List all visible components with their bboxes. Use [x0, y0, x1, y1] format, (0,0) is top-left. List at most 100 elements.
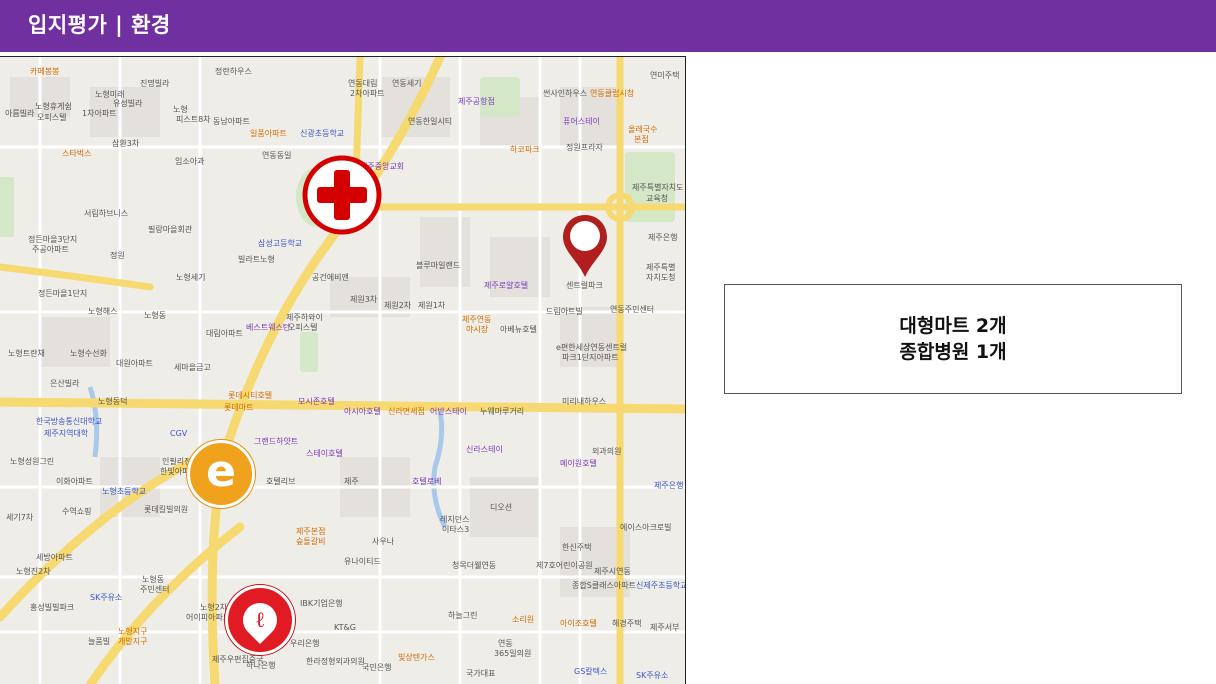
map-label: 1차아파트	[82, 109, 117, 118]
map-label: 정든마을1단지	[38, 289, 88, 298]
map-label: 야시장	[466, 325, 489, 334]
map-label: CGV	[170, 429, 188, 438]
map-label: 정란하우스	[215, 67, 252, 76]
map-label: e편한세상연동센트럴	[556, 343, 628, 352]
map-label: 연미주택	[650, 71, 680, 80]
map-label: IBK기업은행	[300, 599, 343, 608]
map-label: 노형성원그린	[10, 457, 55, 466]
map-label: 블루마일랜드	[416, 261, 461, 270]
map-label: SK주유소	[90, 593, 123, 602]
map-label: 하늘그린	[448, 611, 478, 620]
map-label: 소리원	[512, 615, 535, 624]
map-label: 정원프라자	[566, 143, 603, 152]
map-label: 정든마을3단지	[28, 235, 78, 244]
map-label: 홍성빌빌파크	[30, 603, 75, 612]
map-label: 노형동덕	[98, 397, 128, 406]
map-label: 롯데마트	[224, 403, 254, 412]
emart-logo[interactable]: e	[187, 440, 255, 508]
map-label: 정원	[110, 251, 125, 260]
map-label: 외과의원	[592, 447, 622, 456]
map-label: 개발지구	[118, 637, 148, 646]
map-label: 한국방송통신대학교	[36, 417, 103, 426]
map-label: 우리은행	[290, 639, 320, 648]
map-label: 노형트란채	[8, 349, 45, 358]
map-label: 신라스테이	[466, 445, 503, 454]
page-title: 입지평가 | 환경	[28, 13, 171, 37]
map-label: 레지던스	[440, 515, 470, 524]
hospital-icon[interactable]	[301, 154, 383, 236]
map-label: 호텔리브	[266, 477, 296, 486]
map-label: 숲돌갈비	[296, 537, 326, 546]
map-label: 오피스텔	[37, 113, 67, 122]
map-label: 대원아파트	[116, 359, 153, 368]
map-label: 연동세기	[392, 79, 422, 88]
map-label: KT&G	[334, 623, 356, 632]
map-label: 신라면세점	[388, 407, 425, 416]
map-label: 하나은행	[246, 661, 276, 670]
map-label: 퓨어스테이	[563, 117, 600, 126]
map-label: 연동동일	[262, 151, 292, 160]
map-label: 삼환3차	[112, 139, 140, 148]
map-label: 세마을금고	[174, 363, 211, 372]
map-label: 디오션	[490, 503, 513, 512]
map-label: 노형동	[142, 575, 165, 584]
map-label: 제주은행	[654, 481, 684, 490]
map-label: 연동클럽시청	[590, 89, 635, 98]
location-pin-icon[interactable]	[561, 213, 609, 279]
map-label: 365일의원	[494, 649, 532, 658]
map-label: 제주시연동	[594, 567, 631, 576]
map-label: 해경주택	[612, 619, 642, 628]
map-label: 미리내하우스	[562, 397, 607, 406]
map-label: 필랑마을회관	[148, 225, 193, 234]
map-label: 어이피아파트	[186, 613, 231, 622]
lotte-mart-inner: ℓ	[235, 595, 285, 645]
map-label: 연동주민센터	[610, 305, 655, 314]
map-label: 제주특별	[646, 263, 676, 272]
map-label: 제원3차	[350, 295, 378, 304]
lotte-mart-logo[interactable]: ℓ	[225, 585, 295, 655]
map-label: 이화아파트	[56, 477, 93, 486]
map-label: 노형초등학교	[102, 487, 147, 496]
map-label: 제원2차	[384, 301, 412, 310]
map-label: 연동	[498, 639, 513, 648]
map-label: 모시존호텔	[298, 397, 335, 406]
summary-line-hospital: 종합병원 1개	[899, 341, 1007, 363]
map-label: 제주하와이	[286, 313, 323, 322]
map-label: 스테이호텔	[306, 449, 343, 458]
map-label: 노형진2차	[16, 567, 51, 576]
map-label: 빌라트노형	[238, 255, 275, 264]
map-label: 본점	[634, 135, 649, 144]
map-label: 늘품빌	[88, 637, 111, 646]
map-label: 사우나	[372, 537, 395, 546]
map-label: 누웨마루거리	[480, 407, 525, 416]
map-label: 아이조호텔	[560, 619, 597, 628]
map-label: 한라정형외과의원	[306, 657, 365, 666]
map-label: 빛상텐가스	[398, 653, 435, 662]
map-label: 오피스텔	[288, 323, 318, 332]
map-label: 국가대표	[466, 669, 496, 678]
map-label: SK주유소	[636, 671, 669, 680]
map-label: 임소아과	[175, 157, 205, 166]
map-label: 어반스테이	[430, 407, 467, 416]
map-label: 노형동	[144, 311, 167, 320]
map-label: 아베뉴호텔	[500, 325, 537, 334]
map-view[interactable]: 카페봉봉 진명빌라 정란하우스 노형미래 유성빌라 1차아파트 아름빌라 노형휴…	[0, 56, 686, 684]
map-label: 메이원호텔	[560, 459, 597, 468]
map-label: 신제주초등학교	[636, 581, 686, 590]
map-label: 세기7차	[6, 513, 34, 522]
map-label: 드림아트빌	[546, 307, 583, 316]
map-label: 노형해스	[88, 307, 118, 316]
map-label: 주공아파트	[32, 245, 69, 254]
header-bar: 입지평가 | 환경	[0, 0, 1216, 52]
map-label: 제주지역대학	[44, 429, 89, 438]
map-label: 피스트8차	[176, 115, 211, 124]
map-label: 아름빌라	[5, 109, 35, 118]
map-label: 공건에비앤	[312, 273, 349, 282]
map-label: 센트럴파크	[566, 281, 603, 290]
map-label: 노형2차	[200, 603, 228, 612]
lotte-mart-glyph: ℓ	[255, 607, 265, 633]
map-label: 일품아파트	[250, 129, 287, 138]
map-label: 제주공항점	[458, 97, 495, 106]
map-label: 제주특별자치도	[632, 183, 684, 192]
map-label: 올레국수	[628, 125, 658, 134]
